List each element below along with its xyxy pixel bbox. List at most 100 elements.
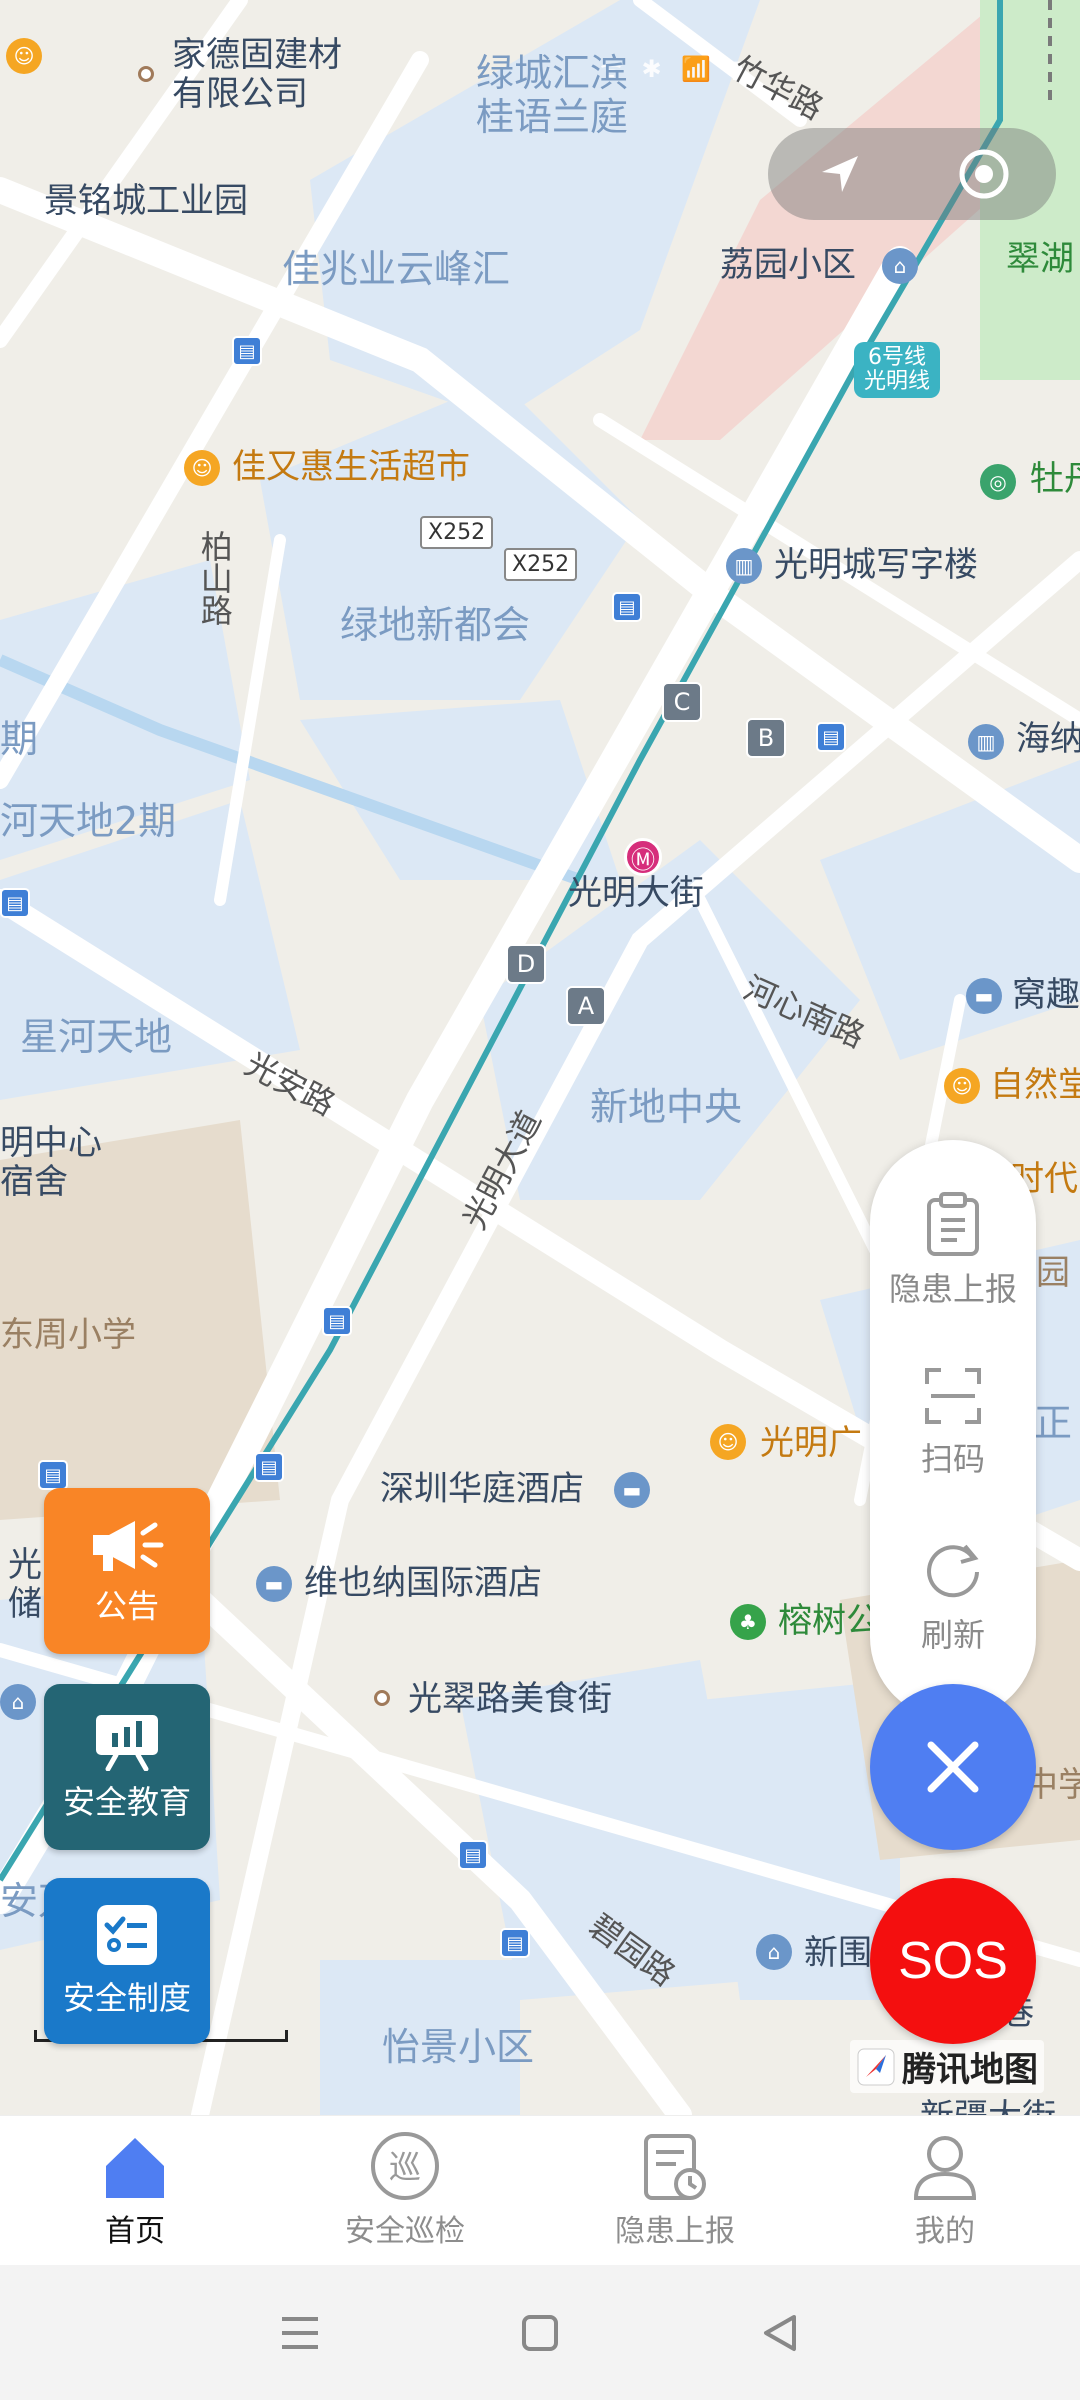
sos-button[interactable]: SOS [870, 1878, 1036, 2044]
bus-stop-icon: ▤ [254, 1452, 284, 1482]
poi-icon: ☺ [6, 38, 42, 74]
map-label: 明中心 宿舍 [0, 1123, 102, 1203]
checklist-icon [97, 1905, 157, 1965]
tab-me-label: 我的 [915, 2213, 975, 2249]
bus-stop-icon: ▤ [322, 1306, 352, 1336]
map-label: 柏山路 [195, 530, 234, 626]
tencent-map-icon [857, 2048, 895, 2085]
map-label: 期 [0, 717, 39, 761]
fab-refresh[interactable]: 刷新 [870, 1538, 1036, 1656]
fab-refresh-label: 刷新 [920, 1616, 985, 1654]
home-system-button[interactable] [500, 2293, 580, 2373]
shop-icon: ☺ [710, 1424, 746, 1460]
map-label: 荔园小区 [720, 245, 856, 285]
station-exit-badge: C [662, 682, 702, 722]
map-label: 佳又惠生活超市 [232, 447, 470, 487]
fab-close-button[interactable] [870, 1684, 1036, 1850]
map-provider-logo: 腾讯地图 [850, 2040, 1044, 2093]
map-label: 新地中央 [590, 1085, 743, 1129]
map-label: 光翠路美食街 [408, 1679, 612, 1719]
shop-icon: ☺ [184, 450, 220, 486]
patrol-icon: 巡 [371, 2131, 439, 2200]
map-label: 牡丹 [1030, 459, 1080, 499]
bus-stop-icon: ▤ [232, 336, 262, 366]
clipboard-icon [927, 1192, 979, 1256]
building-icon: ▥ [968, 724, 1004, 760]
bus-stop-icon: ▤ [38, 1460, 68, 1490]
close-icon [927, 1741, 979, 1793]
tab-home[interactable]: 首页 [0, 2116, 270, 2265]
tab-report-hazard-label: 隐患上报 [615, 2213, 735, 2249]
map-label: 星河天地 [20, 1015, 173, 1059]
notice-label: 公告 [94, 1587, 159, 1625]
map-label: 园 [1036, 1253, 1070, 1293]
bus-stop-icon: ▤ [0, 888, 30, 918]
bus-stop-icon: ▤ [612, 592, 642, 622]
map-label: 窝趣 [1012, 975, 1080, 1015]
hotel-icon: ▬ [614, 1472, 650, 1508]
map-label: 绿地新都会 [340, 603, 531, 647]
scan-icon [925, 1368, 981, 1424]
poi-icon [138, 66, 154, 82]
user-icon [913, 2135, 977, 2200]
map-label: 景铭城工业园 [44, 181, 248, 221]
bottom-tab-bar: 首页 巡 安全巡检 隐患上报 我的 [0, 2115, 1080, 2265]
tab-safety-patrol-label: 安全巡检 [345, 2213, 465, 2249]
navigation-arrow-icon [822, 156, 858, 192]
tab-safety-patrol[interactable]: 巡 安全巡检 [270, 2116, 540, 2265]
fab-scan-label: 扫码 [920, 1440, 985, 1478]
tab-me[interactable]: 我的 [810, 2116, 1080, 2265]
locate-button[interactable] [949, 139, 1019, 209]
residential-icon: ⌂ [0, 1684, 36, 1720]
system-navigation-bar [0, 2265, 1080, 2400]
home-icon [106, 2137, 164, 2198]
map-label: 海纳 [1016, 719, 1080, 759]
tab-report-hazard[interactable]: 隐患上报 [540, 2116, 810, 2265]
bus-stop-icon: ▤ [458, 1840, 488, 1870]
map-label: 光明城写字楼 [774, 545, 978, 585]
fab-scan[interactable]: 扫码 [870, 1366, 1036, 1480]
map-label: 光明广 [760, 1423, 862, 1463]
map-label: 新疆大街 [920, 2097, 1056, 2115]
safety-education-label: 安全教育 [62, 1783, 191, 1821]
map-label: 河天地2期 [0, 799, 177, 843]
map-label: 榕树公 [778, 1601, 880, 1641]
road-shield: X252 [420, 516, 494, 549]
residential-icon: ⌂ [882, 248, 918, 284]
map-label: 维也纳国际酒店 [304, 1563, 542, 1603]
map-label: 佳兆业云峰汇 [282, 247, 511, 291]
fab-report-hazard-label: 隐患上报 [888, 1270, 1017, 1308]
poi-icon: ◎ [980, 464, 1016, 500]
compass-button[interactable] [805, 139, 875, 209]
safety-education-button[interactable]: 安全教育 [44, 1684, 210, 1850]
refresh-icon [927, 1544, 979, 1598]
menu-button[interactable] [260, 2293, 340, 2373]
map-provider-name: 腾讯地图 [902, 2050, 1038, 2090]
bus-stop-icon: ▤ [500, 1928, 530, 1958]
report-icon [644, 2133, 706, 2200]
map-label: 绿城汇滨 桂语兰庭 [476, 51, 629, 139]
map-label: 东周小学 [0, 1315, 136, 1355]
svg-text:巡: 巡 [389, 2148, 421, 2186]
menu-icon [282, 2316, 318, 2349]
fab-menu-panel: 隐患上报 扫码 刷新 [870, 1140, 1036, 1720]
building-icon: ▥ [726, 548, 762, 584]
fab-report-hazard[interactable]: 隐患上报 [870, 1192, 1036, 1310]
tab-home-label: 首页 [105, 2213, 165, 2249]
notice-button[interactable]: 公告 [44, 1488, 210, 1654]
megaphone-icon [93, 1521, 164, 1571]
safety-rules-button[interactable]: 安全制度 [44, 1878, 210, 2044]
poi-icon [374, 1690, 390, 1706]
station-exit-badge: D [506, 944, 546, 984]
map-label: 家德固建材 有限公司 [172, 35, 342, 115]
back-triangle-icon [764, 2314, 796, 2351]
map-controls [768, 128, 1056, 220]
metro-line-label: 6号线 光明线 [854, 342, 941, 399]
back-button[interactable] [740, 2293, 820, 2373]
map-label: 光明大街 [568, 873, 704, 913]
presentation-icon [96, 1715, 158, 1771]
map-label: 自然堂 [990, 1065, 1080, 1105]
safety-rules-label: 安全制度 [62, 1979, 191, 2017]
poi-icon: ☺ [944, 1068, 980, 1104]
bus-stop-icon: ▤ [816, 722, 846, 752]
